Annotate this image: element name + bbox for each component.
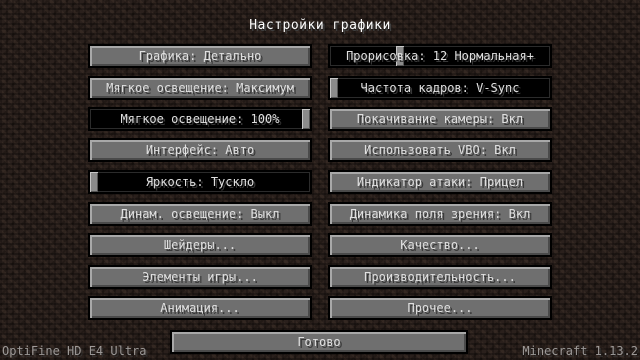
dynamic-lights-button[interactable]: Динам. освещение: Выкл [88, 202, 312, 226]
slider-handle[interactable] [90, 172, 98, 192]
gui-scale-button[interactable]: Интерфейс: Авто [88, 138, 312, 162]
smooth-lighting-button[interactable]: Мягкое освещение: Максимум [88, 76, 312, 100]
screen-title: Настройки графики [249, 18, 391, 33]
smooth-lighting-level-slider[interactable]: Мягкое освещение: 100% [88, 107, 312, 131]
minecraft-version-label: Minecraft 1.13.2 [522, 344, 638, 358]
dynamic-fov-button[interactable]: Динамика поля зрения: Вкл [328, 202, 552, 226]
slider-label: Частота кадров: V-Sync [360, 81, 520, 95]
details-button[interactable]: Элементы игры... [88, 265, 312, 289]
quality-button[interactable]: Качество... [328, 233, 552, 257]
slider-handle[interactable] [302, 109, 310, 129]
use-vbo-button[interactable]: Использовать VBO: Вкл [328, 138, 552, 162]
slider-handle[interactable] [330, 78, 338, 98]
render-distance-slider[interactable]: Прорисовка: 12 Нормальная+ [328, 44, 552, 68]
slider-label: Яркость: Тускло [145, 175, 255, 189]
graphics-mode-button[interactable]: Графика: Детально [88, 44, 312, 68]
animations-button[interactable]: Анимация... [88, 296, 312, 320]
optifine-version-label: OptiFine HD E4 Ultra [2, 344, 147, 358]
view-bobbing-button[interactable]: Покачивание камеры: Вкл [328, 107, 552, 131]
slider-label: Прорисовка: 12 Нормальная+ [346, 49, 534, 63]
slider-label: Мягкое освещение: 100% [120, 112, 280, 126]
attack-indicator-button[interactable]: Индикатор атаки: Прицел [328, 170, 552, 194]
max-framerate-slider[interactable]: Частота кадров: V-Sync [328, 76, 552, 100]
brightness-slider[interactable]: Яркость: Тускло [88, 170, 312, 194]
shaders-button[interactable]: Шейдеры... [88, 233, 312, 257]
performance-button[interactable]: Производительность... [328, 265, 552, 289]
done-button[interactable]: Готово [170, 330, 468, 354]
other-button[interactable]: Прочее... [328, 296, 552, 320]
